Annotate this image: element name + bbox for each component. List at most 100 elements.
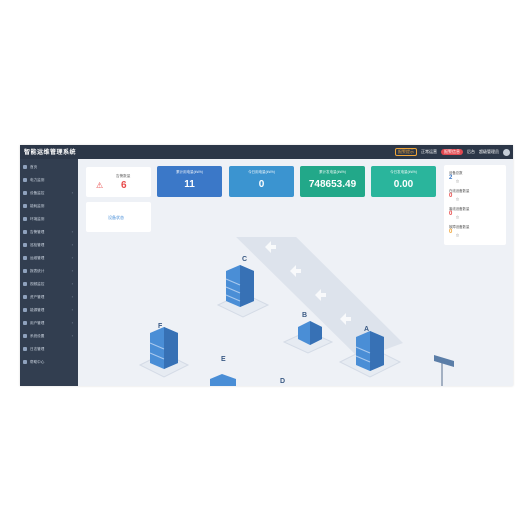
stat-value: 0.00 — [393, 179, 414, 190]
sidebar-item-label: 能耗监测 — [30, 204, 45, 208]
chevron-right-icon: › — [71, 294, 73, 299]
building-label-e: E — [221, 356, 226, 363]
warning-button[interactable]: 报警提示 — [395, 148, 417, 156]
sidebar-item-users[interactable]: 用户管理 › — [20, 318, 78, 328]
check-icon — [23, 243, 27, 247]
sidebar-item-home[interactable]: 首页 — [20, 162, 78, 172]
summary-unit: 台 — [456, 179, 460, 183]
alarm-card[interactable]: ⚠ 告警数量 6 — [86, 167, 151, 197]
stat-label: 累计发电量(kWh) — [319, 170, 346, 174]
sidebar-item-device[interactable]: 设备监控 › — [20, 188, 78, 198]
help-icon — [23, 360, 27, 364]
sidebar-item-settings[interactable]: 系统设置 › — [20, 331, 78, 341]
user-icon — [23, 321, 27, 325]
building-body — [210, 374, 236, 386]
device-status-card[interactable]: 设备状态 — [86, 202, 151, 232]
sidebar-item-operations[interactable]: 运维管理 › — [20, 253, 78, 263]
status-menu[interactable]: 正常运营 — [421, 149, 437, 155]
user-name[interactable]: 超级管理员 — [479, 149, 499, 155]
chevron-right-icon: › — [71, 307, 73, 312]
topbar-right: 报警提示 正常运营 报警信息 后台 超级管理员 — [395, 147, 510, 157]
sidebar-item-assets[interactable]: 资产管理 › — [20, 292, 78, 302]
device-summary-panel: 设备总数 2 台 在线设备数量 0 台 离线设备数量 0 台 故障设备数量 0 … — [444, 165, 506, 245]
summary-unit: 台 — [456, 197, 460, 201]
avatar[interactable] — [503, 148, 510, 156]
sidebar-item-alarm[interactable]: 告警管理 › — [20, 227, 78, 237]
screen-icon — [23, 191, 27, 195]
building-c[interactable]: C — [225, 256, 254, 307]
stat-label: 今日发电量(kWh) — [390, 170, 417, 174]
building-label-c: C — [242, 256, 247, 263]
gear-icon — [23, 334, 27, 338]
stat-value: 0 — [258, 179, 265, 190]
building-label-b: B — [302, 312, 307, 319]
sidebar-item-label: 首页 — [30, 165, 38, 169]
sidebar-item-label: 能源管理 — [30, 308, 45, 312]
sidebar-item-power[interactable]: 电力监测 — [20, 175, 78, 185]
chevron-right-icon: › — [71, 255, 73, 260]
sidebar-item-label: 告警管理 — [30, 230, 45, 234]
sidebar-item-energy[interactable]: 能耗监测 — [20, 201, 78, 211]
summary-unit: 台 — [456, 215, 460, 219]
sidebar-item-label: 日志管理 — [30, 347, 45, 351]
app-title: 智能运维管理系统 — [24, 150, 77, 156]
app-window: 智能运维管理系统 报警提示 正常运营 报警信息 后台 超级管理员 首页 电力监测… — [20, 145, 513, 386]
camera-icon — [23, 282, 27, 286]
monitor-icon — [23, 178, 27, 182]
sidebar-item-label: 环境监测 — [30, 217, 45, 221]
building-d[interactable]: D — [280, 378, 285, 385]
top-bar: 智能运维管理系统 报警提示 正常运营 报警信息 后台 超级管理员 — [20, 145, 513, 159]
sidebar-item-energy-mgmt[interactable]: 能源管理 › — [20, 305, 78, 315]
chevron-right-icon: › — [71, 281, 73, 286]
chevron-right-icon: › — [71, 242, 73, 247]
chevron-right-icon: › — [71, 229, 73, 234]
building-label-d: D — [280, 378, 285, 385]
sidebar-item-label: 报表统计 — [30, 269, 45, 273]
stat-card-today-consumption: 今日用电量(kWh) 0 — [229, 166, 294, 197]
sidebar-item-environment[interactable]: 环境监测 — [20, 214, 78, 224]
building-side — [164, 327, 178, 369]
summary-value: 0 — [449, 193, 453, 199]
log-icon — [23, 347, 27, 351]
alarm-label: 告警数量 — [116, 174, 131, 178]
sidebar-item-label: 设备监控 — [30, 191, 45, 195]
building-e[interactable]: E — [210, 356, 236, 386]
chart-icon — [23, 204, 27, 208]
alarm-badge-button[interactable]: 报警信息 — [441, 149, 463, 155]
sidebar-item-reports[interactable]: 报表统计 › — [20, 266, 78, 276]
building-side — [370, 331, 384, 371]
stat-card-total-consumption: 累计用电量(kWh) 11 — [157, 166, 222, 197]
building-f[interactable]: F — [149, 323, 178, 369]
sidebar-item-label: 巡检管理 — [30, 243, 45, 247]
chevron-right-icon: › — [71, 333, 73, 338]
sidebar-item-label: 帮助中心 — [30, 360, 45, 364]
chevron-right-icon: › — [71, 190, 73, 195]
sidebar-item-label: 用户管理 — [30, 321, 45, 325]
home-icon — [23, 165, 27, 169]
sidebar-item-label: 运维管理 — [30, 256, 45, 260]
sidebar-item-label: 资产管理 — [30, 295, 45, 299]
building-label-a: A — [364, 326, 369, 333]
signpost-board — [434, 355, 454, 367]
campus-3d-map[interactable]: C B A F E D — [78, 237, 513, 386]
sidebar-item-video[interactable]: 视频监控 › — [20, 279, 78, 289]
sidebar-item-help[interactable]: 帮助中心 — [20, 357, 78, 367]
summary-value: 0 — [449, 211, 453, 217]
sidebar-item-inspection[interactable]: 巡检管理 › — [20, 240, 78, 250]
bell-icon — [23, 230, 27, 234]
main-content: ⚠ 告警数量 6 设备状态 累计用电量(kWh) 11 今日用电量(kWh) 0… — [78, 159, 513, 386]
chevron-right-icon: › — [71, 268, 73, 273]
sidebar: 首页 电力监测 设备监控 › 能耗监测 环境监测 告警管理 › 巡检管理 › 运维管理… — [20, 159, 78, 386]
sidebar-item-logs[interactable]: 日志管理 — [20, 344, 78, 354]
box-icon — [23, 295, 27, 299]
alarm-icon: ⚠ — [96, 181, 104, 190]
stat-card-today-generation: 今日发电量(kWh) 0.00 — [371, 166, 436, 197]
signpost — [434, 355, 454, 386]
chevron-right-icon: › — [71, 320, 73, 325]
alarm-count: 6 — [121, 180, 127, 191]
tool-icon — [23, 256, 27, 260]
device-status-label: 设备状态 — [108, 215, 124, 220]
user-role[interactable]: 后台 — [467, 149, 475, 155]
stat-label: 今日用电量(kWh) — [248, 170, 275, 174]
stat-value: 11 — [184, 179, 195, 190]
